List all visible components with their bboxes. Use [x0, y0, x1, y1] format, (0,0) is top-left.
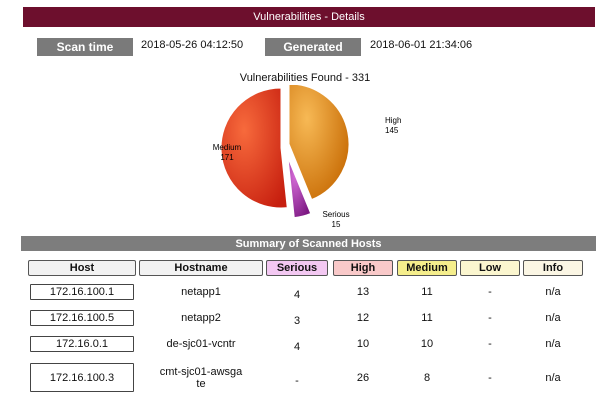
low-cell: - [488, 338, 492, 350]
medium-cell: 11 [421, 286, 433, 298]
pie-label-high: High [385, 116, 401, 125]
column-header-hostname: Hostname [139, 260, 263, 276]
low-cell: - [488, 286, 492, 298]
generated-value: 2018-06-01 21:34:06 [370, 39, 473, 51]
serious-cell: - [295, 374, 299, 387]
high-cell: 26 [356, 371, 370, 384]
vulnerabilities-pie-chart: High145 Serious15 Medium171 [213, 85, 401, 229]
info-cell: n/a [545, 338, 561, 350]
hostname-cell: netapp2 [181, 312, 221, 324]
low-cell: - [488, 371, 492, 384]
serious-cell: 4 [293, 341, 301, 353]
column-header-low: Low [460, 260, 520, 276]
info-cell: n/a [545, 286, 561, 298]
medium-cell: 10 [420, 338, 434, 350]
column-header-medium: Medium [397, 260, 457, 276]
host-cell: 172.16.100.3 [30, 363, 134, 392]
chart-title: Vulnerabilities Found - 331 [239, 72, 371, 84]
pie-label-serious: Serious [322, 210, 349, 219]
generated-label: Generated [265, 38, 361, 56]
serious-cell: 4 [293, 289, 301, 301]
page-title-bar: Vulnerabilities - Details [23, 7, 595, 27]
low-cell: - [488, 312, 492, 324]
column-header-host: Host [28, 260, 136, 276]
hostname-cell: netapp1 [181, 286, 221, 298]
serious-cell: 3 [293, 315, 301, 327]
pie-value-high: 145 [385, 126, 399, 135]
scan-time-label: Scan time [37, 38, 133, 56]
summary-title: Summary of Scanned Hosts [235, 237, 382, 250]
summary-title-bar: Summary of Scanned Hosts [21, 236, 596, 251]
scan-time-value: 2018-05-26 04:12:50 [141, 39, 244, 51]
pie-value-serious: 15 [332, 220, 341, 229]
medium-cell: 8 [423, 371, 431, 384]
host-cell: 172.16.100.5 [30, 310, 134, 326]
hostname-cell: cmt-sjc01-awsga te [159, 365, 243, 390]
column-header-serious: Serious [266, 260, 328, 276]
hostname-cell: de-sjc01-vcntr [166, 338, 236, 350]
high-cell: 12 [356, 312, 370, 324]
page-title: Vulnerabilities - Details [253, 11, 365, 23]
info-cell: n/a [545, 312, 561, 324]
host-cell: 172.16.100.1 [30, 284, 134, 300]
host-cell: 172.16.0.1 [30, 336, 134, 352]
high-cell: 13 [356, 286, 370, 298]
column-header-info: Info [523, 260, 583, 276]
high-cell: 10 [356, 338, 370, 350]
info-cell: n/a [545, 371, 561, 384]
pie-label-medium: Medium [213, 143, 242, 152]
medium-cell: 11 [421, 312, 433, 324]
pie-value-medium: 171 [220, 153, 234, 162]
column-header-high: High [333, 260, 393, 276]
